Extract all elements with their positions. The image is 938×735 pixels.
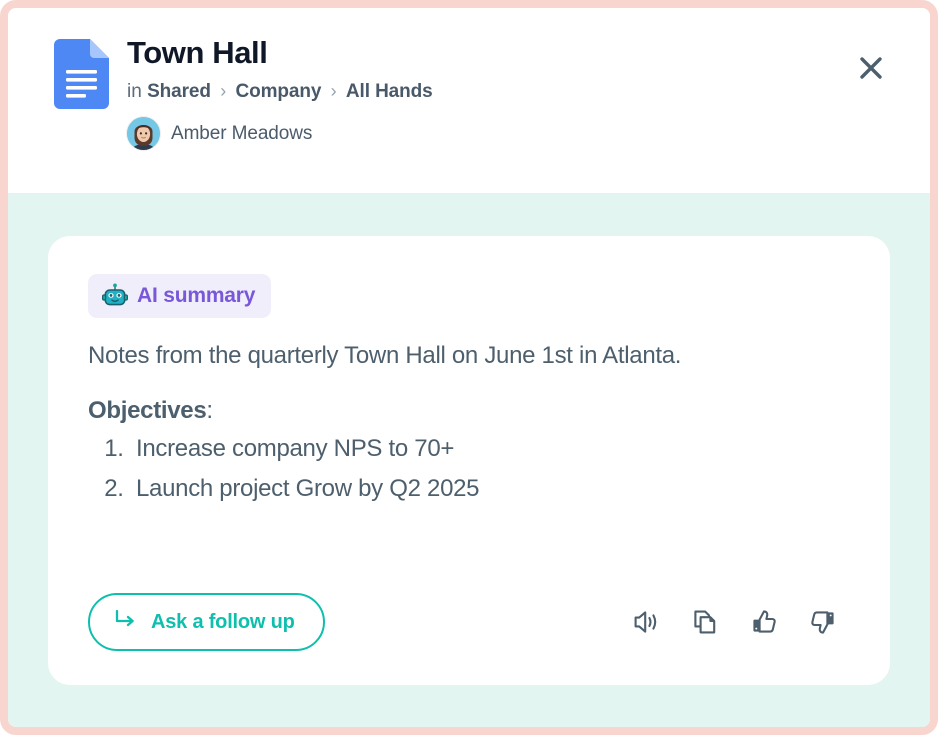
breadcrumb-separator: › [330,80,337,101]
ai-summary-card: AI summary Notes from the quarterly Town… [48,236,890,685]
ai-summary-badge-label: AI summary [137,284,256,307]
list-item: Increase company NPS to 70+ [130,429,850,469]
list-item: Launch project Grow by Q2 2025 [130,469,850,509]
objectives-heading: Objectives: [88,397,850,425]
response-actions [631,607,850,637]
corner-down-right-arrow-icon [114,608,138,636]
robot-icon [102,283,128,309]
objectives-heading-label: Objectives [88,397,207,425]
avatar [127,117,160,151]
breadcrumb-separator: › [220,80,227,101]
breadcrumb-prefix: in [127,80,142,102]
ask-follow-up-label: Ask a follow up [151,610,295,633]
document-preview-window: Town Hall in Shared › Company › All Hand… [0,0,938,735]
breadcrumb-item-all-hands[interactable]: All Hands [346,81,433,102]
breadcrumb-item-shared[interactable]: Shared [147,81,211,102]
breadcrumb-item-company[interactable]: Company [235,81,321,102]
ask-follow-up-button[interactable]: Ask a follow up [88,593,325,651]
copy-icon[interactable] [690,607,720,637]
author-name: Amber Meadows [171,122,313,144]
close-button[interactable] [854,52,888,86]
summary-paragraph: Notes from the quarterly Town Hall on Ju… [88,342,682,369]
thumbs-up-icon[interactable] [749,607,779,637]
read-aloud-icon[interactable] [631,607,661,637]
google-docs-icon [54,39,109,109]
summary-body: AI summary Notes from the quarterly Town… [8,194,930,727]
ai-summary-badge: AI summary [88,274,272,318]
thumbs-down-icon[interactable] [808,607,838,637]
close-icon [858,55,884,84]
page-title: Town Hall [127,35,268,70]
objectives-heading-colon: : [206,397,213,425]
author-row: Amber Meadows [127,117,904,151]
card-footer: Ask a follow up [88,563,850,651]
breadcrumb: in Shared › Company › All Hands [127,81,904,104]
header: Town Hall in Shared › Company › All Hand… [8,8,930,194]
objectives-list: Increase company NPS to 70+ Launch proje… [88,429,850,508]
header-text-block: Town Hall in Shared › Company › All Hand… [127,34,904,151]
